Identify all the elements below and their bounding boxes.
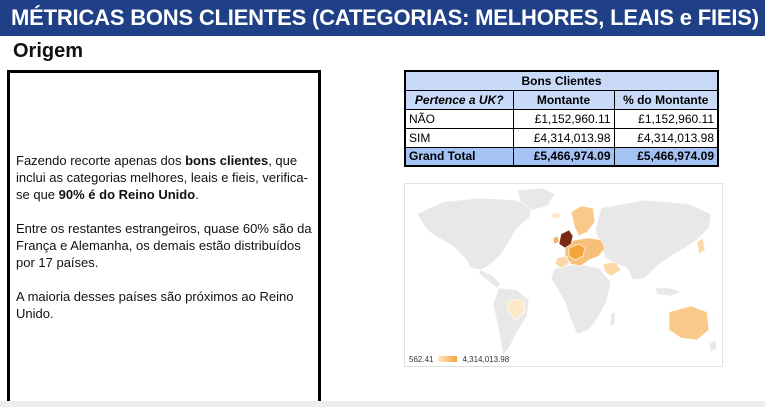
p1-bold-uk-share: 90% é do Reino Unido [58,187,196,202]
col-header-dimension[interactable]: Pertence a UK? [404,89,514,110]
row-label: SIM [404,127,514,148]
region-new-zealand [708,339,718,353]
region-japan [696,237,706,255]
section-title: Origem [13,40,84,62]
region-north-america [416,197,534,271]
row-amount: £4,314,013.98 [512,127,615,148]
grand-total-amount: £5,466,974.09 [512,146,615,167]
table-row: SIM £4,314,013.98 £4,314,013.98 [404,127,719,148]
region-ireland [552,235,560,245]
region-iceland [550,211,562,220]
p1-part-a: Fazendo recorte apenas dos [16,153,186,168]
legend-max: 4,314,013.98 [462,354,510,364]
region-indonesia [654,287,682,297]
region-south-america [492,287,530,357]
row-label: NÃO [404,108,514,129]
row-pct: £1,152,960.11 [613,108,719,129]
pivot-title-row: Bons Clientes [404,70,719,91]
table-row: NÃO £1,152,960.11 £1,152,960.11 [404,108,719,129]
insight-paragraph-1: Fazendo recorte apenas dos bons clientes… [16,152,312,203]
col-header-pct[interactable]: % do Montante [613,89,719,110]
p1-bold-bons-clientes: bons clientes [185,153,269,168]
region-madagascar [609,311,616,327]
pivot-table: Bons Clientes Pertence a UK? Montante % … [404,70,719,167]
bottom-scroll-track [0,401,765,407]
legend-gradient [438,356,458,362]
pivot-header-row: Pertence a UK? Montante % do Montante [404,89,719,110]
grand-total-label: Grand Total [404,146,514,167]
insight-text: Fazendo recorte apenas dos bons clientes… [16,152,312,339]
region-africa [550,263,612,335]
map-legend: 562.41 4,314,013.98 [409,354,509,364]
page-title: MÉTRICAS BONS CLIENTES (CATEGORIAS: MELH… [0,0,765,36]
world-map-svg [416,187,718,357]
row-pct: £4,314,013.98 [613,127,719,148]
pivot-title: Bons Clientes [404,70,719,91]
region-australia [668,305,710,341]
geo-map[interactable] [404,183,723,367]
col-header-amount[interactable]: Montante [512,89,615,110]
grand-total-row: Grand Total £5,466,974.09 £5,466,974.09 [404,146,719,167]
grand-total-pct: £5,466,974.09 [613,146,719,167]
insight-textbox: Fazendo recorte apenas dos bons clientes… [7,70,321,405]
insight-paragraph-3: A maioria desses países são próximos ao … [16,289,294,321]
region-central-america [478,269,502,289]
p1-part-e: . [195,187,199,202]
map-land [416,187,712,357]
insight-paragraph-2: Entre os restantes estrangeiros, quase 6… [16,221,312,270]
row-amount: £1,152,960.11 [512,108,615,129]
legend-min: 562.41 [409,354,434,364]
region-scandinavia [570,205,596,237]
